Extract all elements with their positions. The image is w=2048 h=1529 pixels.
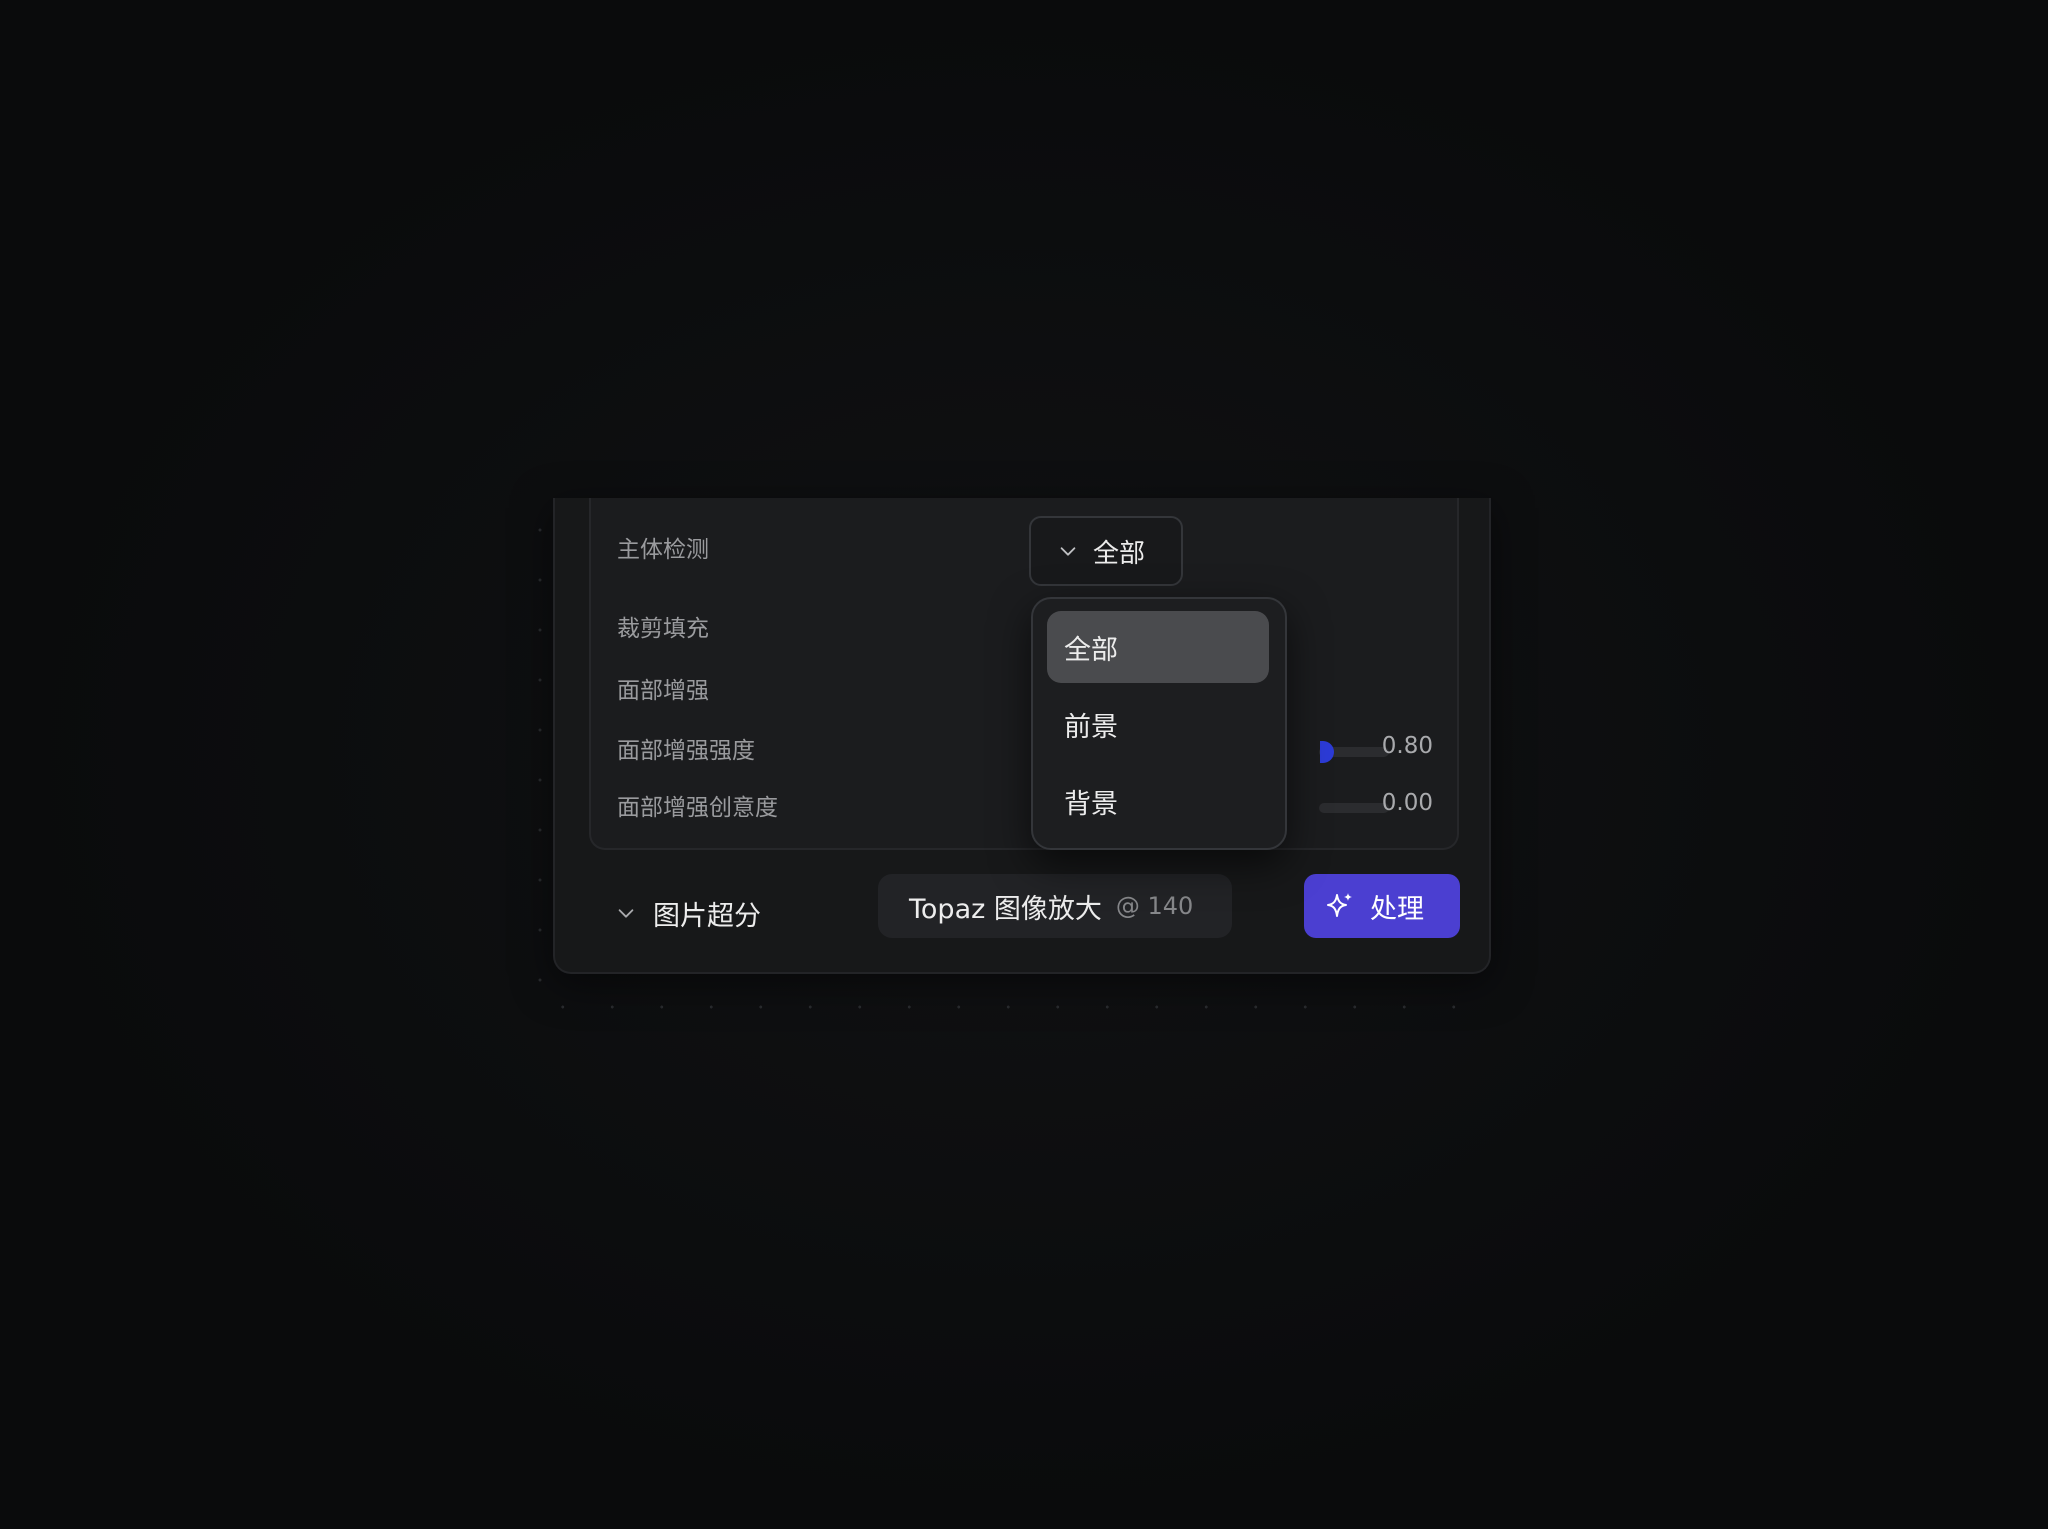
guide-dots-left bbox=[538, 505, 542, 1005]
upscale-panel: 主体检测 全部 裁剪填充 面部增强 面部增强强度 0.80 面部增强创意度 0.… bbox=[553, 498, 1491, 974]
image-upscale-label: 图片超分 bbox=[653, 900, 761, 932]
face-enhance-strength-value: 0.80 bbox=[1381, 733, 1433, 759]
model-selector[interactable]: Topaz 图像放大 @ 140 bbox=[878, 874, 1232, 938]
dropdown-option-label: 背景 bbox=[1064, 788, 1118, 820]
guide-dots-bottom bbox=[538, 1005, 1488, 1009]
slider-knob[interactable] bbox=[1320, 741, 1334, 763]
subject-detection-value: 全部 bbox=[1093, 538, 1146, 569]
subject-detection-dropdown: 全部 前景 背景 bbox=[1031, 597, 1287, 850]
process-label: 处理 bbox=[1370, 893, 1424, 925]
crop-fill-label: 裁剪填充 bbox=[617, 616, 709, 642]
app-canvas: 主体检测 全部 裁剪填充 面部增强 面部增强强度 0.80 面部增强创意度 0.… bbox=[0, 0, 2048, 1529]
subject-detection-label: 主体检测 bbox=[617, 537, 709, 563]
image-upscale-section-toggle[interactable]: 图片超分 bbox=[615, 885, 761, 941]
model-cost: @ 140 bbox=[1115, 892, 1194, 920]
settings-group: 主体检测 全部 裁剪填充 面部增强 面部增强强度 0.80 面部增强创意度 0.… bbox=[589, 498, 1459, 850]
face-enhance-strength-label: 面部增强强度 bbox=[617, 738, 755, 764]
process-button[interactable]: 处理 bbox=[1304, 874, 1460, 938]
dropdown-option-foreground[interactable]: 前景 bbox=[1047, 688, 1269, 760]
face-enhance-creativity-value: 0.00 bbox=[1381, 790, 1433, 816]
face-enhance-creativity-label: 面部增强创意度 bbox=[617, 795, 778, 821]
chevron-down-icon bbox=[618, 909, 634, 918]
chevron-down-icon bbox=[1060, 547, 1076, 556]
subject-detection-select[interactable]: 全部 bbox=[1029, 516, 1183, 586]
face-enhance-label: 面部增强 bbox=[617, 678, 709, 704]
face-enhance-creativity-slider[interactable] bbox=[1319, 803, 1389, 813]
model-name: Topaz 图像放大 bbox=[909, 893, 1102, 925]
dropdown-option-label: 全部 bbox=[1064, 634, 1118, 666]
dropdown-option-all[interactable]: 全部 bbox=[1047, 611, 1269, 683]
sparkles-icon bbox=[1327, 893, 1352, 917]
dropdown-option-label: 前景 bbox=[1064, 711, 1118, 743]
dropdown-option-background[interactable]: 背景 bbox=[1047, 765, 1269, 837]
